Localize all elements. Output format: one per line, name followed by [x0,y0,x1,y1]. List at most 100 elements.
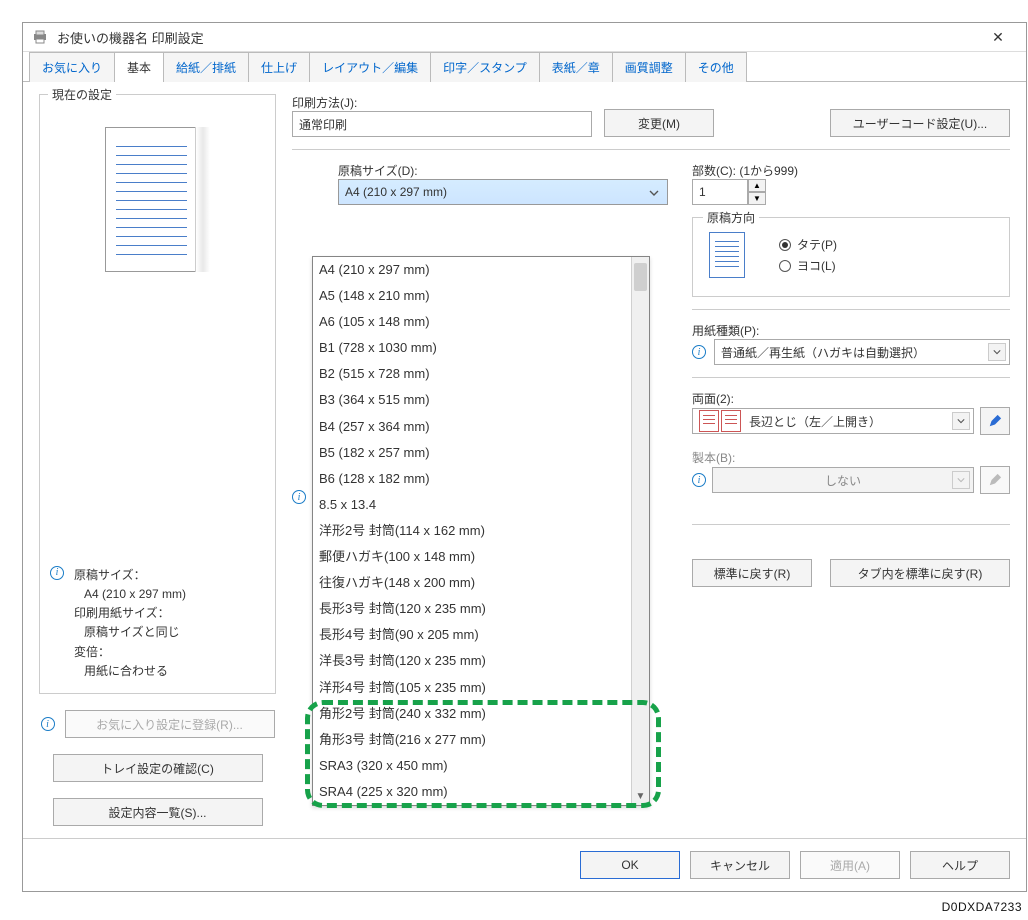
info-papersize-label: 印刷用紙サイズ： [74,604,186,623]
restore-tab-defaults-button[interactable]: タブ内を標準に戻す(R) [830,559,1010,587]
chevron-down-icon [952,471,970,489]
copies-down-button[interactable]: ▼ [748,192,766,205]
copies-up-button[interactable]: ▲ [748,179,766,192]
scroll-down-icon[interactable]: ▼ [632,787,649,805]
change-button[interactable]: 変更(M) [604,109,714,137]
tab-paper[interactable]: 給紙／排紙 [163,52,249,82]
tab-cover[interactable]: 表紙／章 [539,52,613,82]
orientation-portrait-label: タテ(P) [797,236,837,253]
print-method-value: 通常印刷 [299,116,347,133]
doc-size-option[interactable]: 洋形2号 封筒(114 x 162 mm) [313,518,631,544]
doc-size-dropdown-list[interactable]: A4 (210 x 297 mm)A5 (148 x 210 mm)A6 (10… [312,256,650,806]
doc-size-selected: A4 (210 x 297 mm) [345,185,447,199]
info-icon: i [41,717,55,731]
info-icon: i [692,473,706,487]
doc-size-label: 原稿サイズ(D): [338,162,668,179]
scrollbar[interactable]: ▲ ▼ [631,257,649,805]
tab-quality[interactable]: 画質調整 [612,52,686,82]
doc-size-option[interactable]: B2 (515 x 728 mm) [313,361,631,387]
settings-list-button[interactable]: 設定内容一覧(S)... [53,798,263,826]
info-scale-label: 変倍： [74,643,186,662]
tab-favorites[interactable]: お気に入り [29,52,115,82]
doc-size-option[interactable]: SRA4 (225 x 320 mm) [313,779,631,805]
chevron-down-icon [952,412,970,430]
paper-type-value: 普通紙／再生紙（ハガキは自動選択） [721,344,925,361]
close-button[interactable]: ✕ [978,23,1018,51]
tray-check-button[interactable]: トレイ設定の確認(C) [53,754,263,782]
titlebar: お使いの機器名 印刷設定 ✕ [23,23,1026,52]
doc-size-option[interactable]: B6 (128 x 182 mm) [313,466,631,492]
printer-icon [31,28,49,46]
doc-size-option[interactable]: B5 (182 x 257 mm) [313,440,631,466]
doc-size-option[interactable]: 長形4号 封筒(90 x 205 mm) [313,622,631,648]
ok-button[interactable]: OK [580,851,680,879]
tab-basic[interactable]: 基本 [114,52,164,82]
scroll-thumb[interactable] [634,263,647,291]
restore-defaults-label: 標準に戻す(R) [714,565,791,582]
orientation-landscape-label: ヨコ(L) [797,257,836,274]
info-icon: i [292,490,306,504]
doc-size-option[interactable]: 往復ハガキ(148 x 200 mm) [313,570,631,596]
dialog-body: 現在の設定 i 原稿サイズ： A4 (210 x 297 mm) 印刷用紙サイズ… [23,82,1026,838]
doc-size-option[interactable]: 8.5 x 13.4 [313,492,631,518]
radio-checked-icon [779,239,791,251]
duplex-edit-button[interactable] [980,407,1010,435]
doc-size-option[interactable]: 角形2号 封筒(240 x 332 mm) [313,701,631,727]
tab-other[interactable]: その他 [685,52,747,82]
doc-size-option[interactable]: B1 (728 x 1030 mm) [313,335,631,361]
booklet-label: 製本(B): [692,449,1010,466]
chevron-down-icon [988,343,1006,361]
duplex-value: 長辺とじ（左／上開き） [749,413,881,430]
booklet-select: しない [712,467,974,493]
orientation-landscape-radio[interactable]: ヨコ(L) [779,257,837,274]
duplex-icon [699,410,741,432]
restore-defaults-button[interactable]: 標準に戻す(R) [692,559,812,587]
booklet-edit-button [980,466,1010,494]
register-favorite-button[interactable]: お気に入り設定に登録(R)... [65,710,275,738]
paper-type-label: 用紙種類(P): [692,322,1010,339]
duplex-label: 両面(2): [692,390,1010,407]
info-scale-value: 用紙に合わせる [84,662,186,681]
orientation-legend: 原稿方向 [703,209,759,226]
footer-code: D0DXDA7233 [942,900,1022,914]
doc-size-option[interactable]: SRA3 (320 x 450 mm) [313,753,631,779]
tab-stamp[interactable]: 印字／スタンプ [430,52,540,82]
paper-type-select[interactable]: 普通紙／再生紙（ハガキは自動選択） [714,339,1010,365]
preview-thumbnail [105,127,210,272]
doc-size-option[interactable]: A5 (148 x 210 mm) [313,283,631,309]
duplex-select[interactable]: 長辺とじ（左／上開き） [692,408,974,434]
right-pane: 印刷方法(J): 通常印刷 変更(M) ユーザーコード設定(U)... i [292,94,1010,826]
info-papersize-value: 原稿サイズと同じ [84,623,186,642]
doc-size-option[interactable]: B4 (257 x 364 mm) [313,414,631,440]
info-docsize-label: 原稿サイズ： [74,566,186,585]
doc-size-option[interactable]: A6 (105 x 148 mm) [313,309,631,335]
doc-size-option[interactable]: 郵便ハガキ(100 x 148 mm) [313,544,631,570]
tab-layout[interactable]: レイアウト／編集 [309,52,431,82]
preview-info: 原稿サイズ： A4 (210 x 297 mm) 印刷用紙サイズ： 原稿サイズと… [70,566,186,681]
doc-size-option[interactable]: 洋形4号 封筒(105 x 235 mm) [313,675,631,701]
doc-size-option[interactable]: A4 (210 x 297 mm) [313,257,631,283]
doc-size-option[interactable]: 洋長3号 封筒(120 x 235 mm) [313,648,631,674]
help-button[interactable]: ヘルプ [910,851,1010,879]
orientation-portrait-radio[interactable]: タテ(P) [779,236,837,253]
cancel-button[interactable]: キャンセル [690,851,790,879]
copies-value: 1 [699,185,706,199]
info-icon: i [692,345,706,359]
booklet-value: しない [825,472,861,489]
doc-size-option[interactable]: 長形3号 封筒(120 x 235 mm) [313,596,631,622]
chevron-down-icon [645,184,663,202]
print-method-label: 印刷方法(J): [292,94,592,111]
tab-bar: お気に入り 基本 給紙／排紙 仕上げ レイアウト／編集 印字／スタンプ 表紙／章… [23,52,1026,82]
doc-size-select[interactable]: A4 (210 x 297 mm) [338,179,668,205]
doc-size-option[interactable]: B3 (364 x 515 mm) [313,387,631,413]
restore-tab-defaults-label: タブ内を標準に戻す(R) [858,565,983,582]
apply-button[interactable]: 適用(A) [800,851,900,879]
doc-size-option[interactable]: 角形3号 封筒(216 x 277 mm) [313,727,631,753]
user-code-button[interactable]: ユーザーコード設定(U)... [830,109,1010,137]
print-method-field: 通常印刷 [292,111,592,137]
orientation-preview-icon [709,232,745,278]
copies-spinner[interactable]: 1 ▲ ▼ [692,179,1010,205]
tab-finish[interactable]: 仕上げ [248,52,310,82]
left-pane: 現在の設定 i 原稿サイズ： A4 (210 x 297 mm) 印刷用紙サイズ… [39,94,276,826]
info-icon: i [50,566,64,580]
